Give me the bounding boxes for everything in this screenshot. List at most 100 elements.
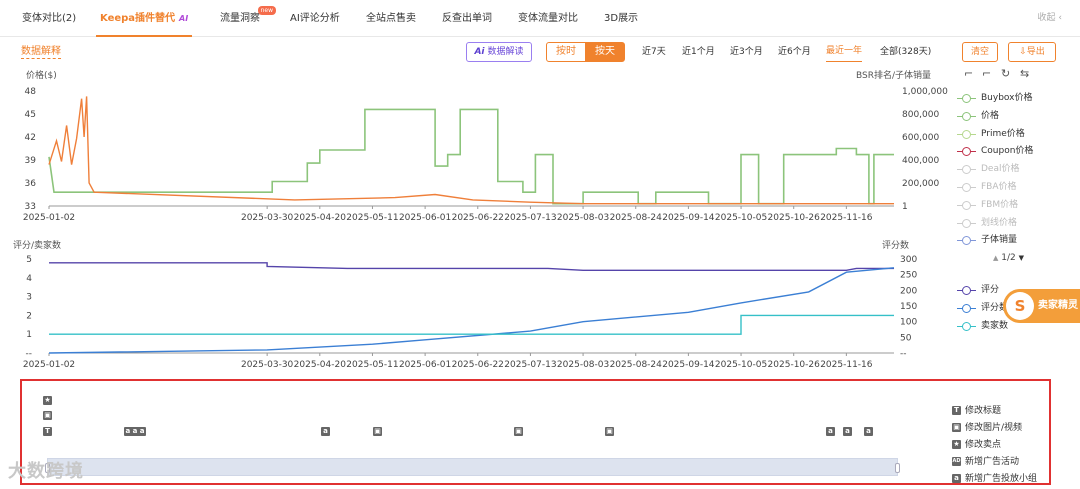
event-legend-ad-group: a 新增广告投放小组 — [952, 472, 1052, 486]
legend-marker-icon — [957, 218, 976, 228]
rating-x-tick: 2025-08-24 — [610, 360, 663, 370]
legend-label: FBA价格 — [981, 182, 1017, 192]
event-mark-image-icon[interactable]: ▣ — [605, 427, 614, 436]
price-x-tick: 2025-08-24 — [610, 213, 663, 223]
price-x-tick: 2025-10-05 — [715, 213, 767, 223]
bsr-y-tick: 600,000 — [902, 133, 939, 143]
event-legend-label: 修改卖点 — [965, 440, 1002, 450]
bsr-y-tick: 200,000 — [902, 179, 939, 189]
legend-label: Buybox价格 — [981, 93, 1033, 103]
slider-right-handle[interactable] — [895, 463, 900, 473]
rating-y-tick: 4 — [26, 274, 32, 284]
price-x-tick: 2025-11-16 — [820, 213, 873, 223]
event-mark-feature-icon[interactable]: ★ — [43, 396, 52, 405]
rating-x-tick: 2025-10-05 — [715, 360, 767, 370]
price-x-tick: 2025-03-30 — [241, 213, 294, 223]
rating-x-tick: 2025-08-03 — [557, 360, 609, 370]
seller-sprite-badge[interactable]: S 卖家精灵 — [1003, 289, 1080, 323]
price-y-tick: 36 — [25, 179, 37, 189]
legend-marker-icon — [957, 94, 976, 103]
price-y-tick: 42 — [25, 133, 36, 143]
reviews-y-tick: 200 — [900, 286, 917, 296]
rating-x-tick: 2025-01-02 — [23, 360, 75, 370]
rating-x-tick: 2025-06-01 — [399, 360, 451, 370]
price-y-tick: 48 — [25, 87, 37, 97]
bsr-y-tick: 1 — [902, 202, 908, 212]
rating-x-tick: 2025-03-30 — [241, 360, 294, 370]
price-y-tick: 45 — [25, 110, 36, 120]
legend-label: Deal价格 — [981, 164, 1020, 175]
price-x-tick: 2025-04-20 — [294, 213, 347, 223]
event-mark-adgroup-icon[interactable]: a — [826, 427, 835, 436]
event-legend-label: 新增广告投放小组 — [965, 474, 1038, 484]
pager-down-icon[interactable]: ▼ — [1019, 254, 1024, 262]
image-icon: ▣ — [952, 423, 961, 432]
reviews-y-tick: -- — [900, 349, 907, 359]
price-x-tick: 2025-05-11 — [346, 213, 398, 223]
event-legend-ad-campaign: AD 新增广告活动 — [952, 455, 1052, 469]
legend-label: 价格 — [981, 110, 1000, 121]
price-x-tick: 2025-07-13 — [504, 213, 556, 223]
legend-marker-icon — [957, 183, 976, 192]
event-mark-image-icon[interactable]: ▣ — [43, 411, 52, 420]
rating-x-tick: 2025-04-20 — [294, 360, 347, 370]
price-y-tick: 39 — [25, 156, 37, 166]
reviews-y-tick: 50 — [900, 333, 912, 343]
legend-label: Prime价格 — [981, 128, 1025, 139]
event-mark-adgroup-icon[interactable]: a — [864, 427, 873, 436]
price-series-line — [48, 108, 894, 205]
feature-icon: ★ — [952, 440, 961, 449]
pager-up-icon[interactable]: ▲ — [993, 254, 998, 262]
event-mark-title-icon[interactable]: T — [43, 427, 52, 436]
legend-label: 子体销量 — [981, 235, 1018, 246]
price-legend: Buybox价格 价格 Prime价格 Coupon价格 Deal价格 FBA价格 FBM价… — [957, 91, 1072, 251]
rating-series-line — [48, 267, 895, 354]
rating-series-line — [49, 262, 894, 271]
pager-label: 1/2 — [1001, 253, 1016, 263]
legend-label: 评分 — [981, 285, 1000, 295]
seller-sprite-label: 卖家精灵 — [1038, 300, 1078, 311]
title-icon: T — [952, 406, 961, 415]
legend-label: 卖家数 — [981, 321, 1009, 331]
rating-x-tick: 2025-05-11 — [346, 360, 398, 370]
reviews-y-tick: 300 — [900, 255, 917, 265]
event-mark-image-icon[interactable]: ▣ — [514, 427, 523, 436]
rating-y-tick: 2 — [26, 311, 32, 321]
legend-marker-icon — [957, 147, 976, 157]
legend-marker-icon — [957, 129, 976, 139]
event-legend-label: 修改标题 — [965, 406, 1002, 416]
rating-x-tick: 2025-10-26 — [768, 360, 821, 370]
bsr-y-tick: 800,000 — [902, 110, 939, 120]
rating-x-tick: 2025-06-22 — [452, 360, 504, 370]
rating-x-tick: 2025-09-14 — [662, 360, 715, 370]
rating-y-tick: 1 — [26, 330, 32, 340]
legend-marker-icon — [957, 286, 976, 295]
event-mark-image-icon[interactable]: ▣ — [373, 427, 382, 436]
bsr-y-tick: 1,000,000 — [902, 87, 948, 97]
rating-x-tick: 2025-11-16 — [820, 360, 873, 370]
legend-marker-icon — [957, 111, 976, 121]
event-mark-cluster-icon[interactable]: a a a — [124, 427, 146, 436]
legend-marker-icon — [957, 304, 976, 313]
legend-pager: ▲ 1/2 ▼ — [993, 253, 1024, 263]
event-legend-image: ▣ 修改图片/视频 — [952, 421, 1052, 435]
price-x-tick: 2025-06-01 — [399, 213, 451, 223]
timeline-slider[interactable] — [45, 458, 900, 476]
event-legend-label: 新增广告活动 — [965, 457, 1020, 467]
rating-x-tick: 2025-07-13 — [504, 360, 556, 370]
event-legend-title: T 修改标题 — [952, 404, 1052, 418]
event-mark-adgroup-icon[interactable]: a — [321, 427, 330, 436]
adgroup-icon: a — [952, 474, 961, 483]
price-x-tick: 2025-10-26 — [768, 213, 821, 223]
bsr-y-tick: 400,000 — [902, 156, 939, 166]
legend-label: FBM价格 — [981, 199, 1019, 210]
legend-label: 划线价格 — [981, 217, 1018, 228]
price-x-tick: 2025-06-22 — [452, 213, 504, 223]
seller-sprite-logo-icon: S — [1006, 292, 1034, 320]
rating-y-tick: 5 — [26, 255, 32, 265]
event-mark-adgroup-icon[interactable]: a — [843, 427, 852, 436]
reviews-y-tick: 150 — [900, 302, 917, 312]
price-x-tick: 2025-09-14 — [662, 213, 715, 223]
reviews-y-tick: 250 — [900, 271, 917, 281]
rating-y-tick: 3 — [26, 293, 32, 303]
